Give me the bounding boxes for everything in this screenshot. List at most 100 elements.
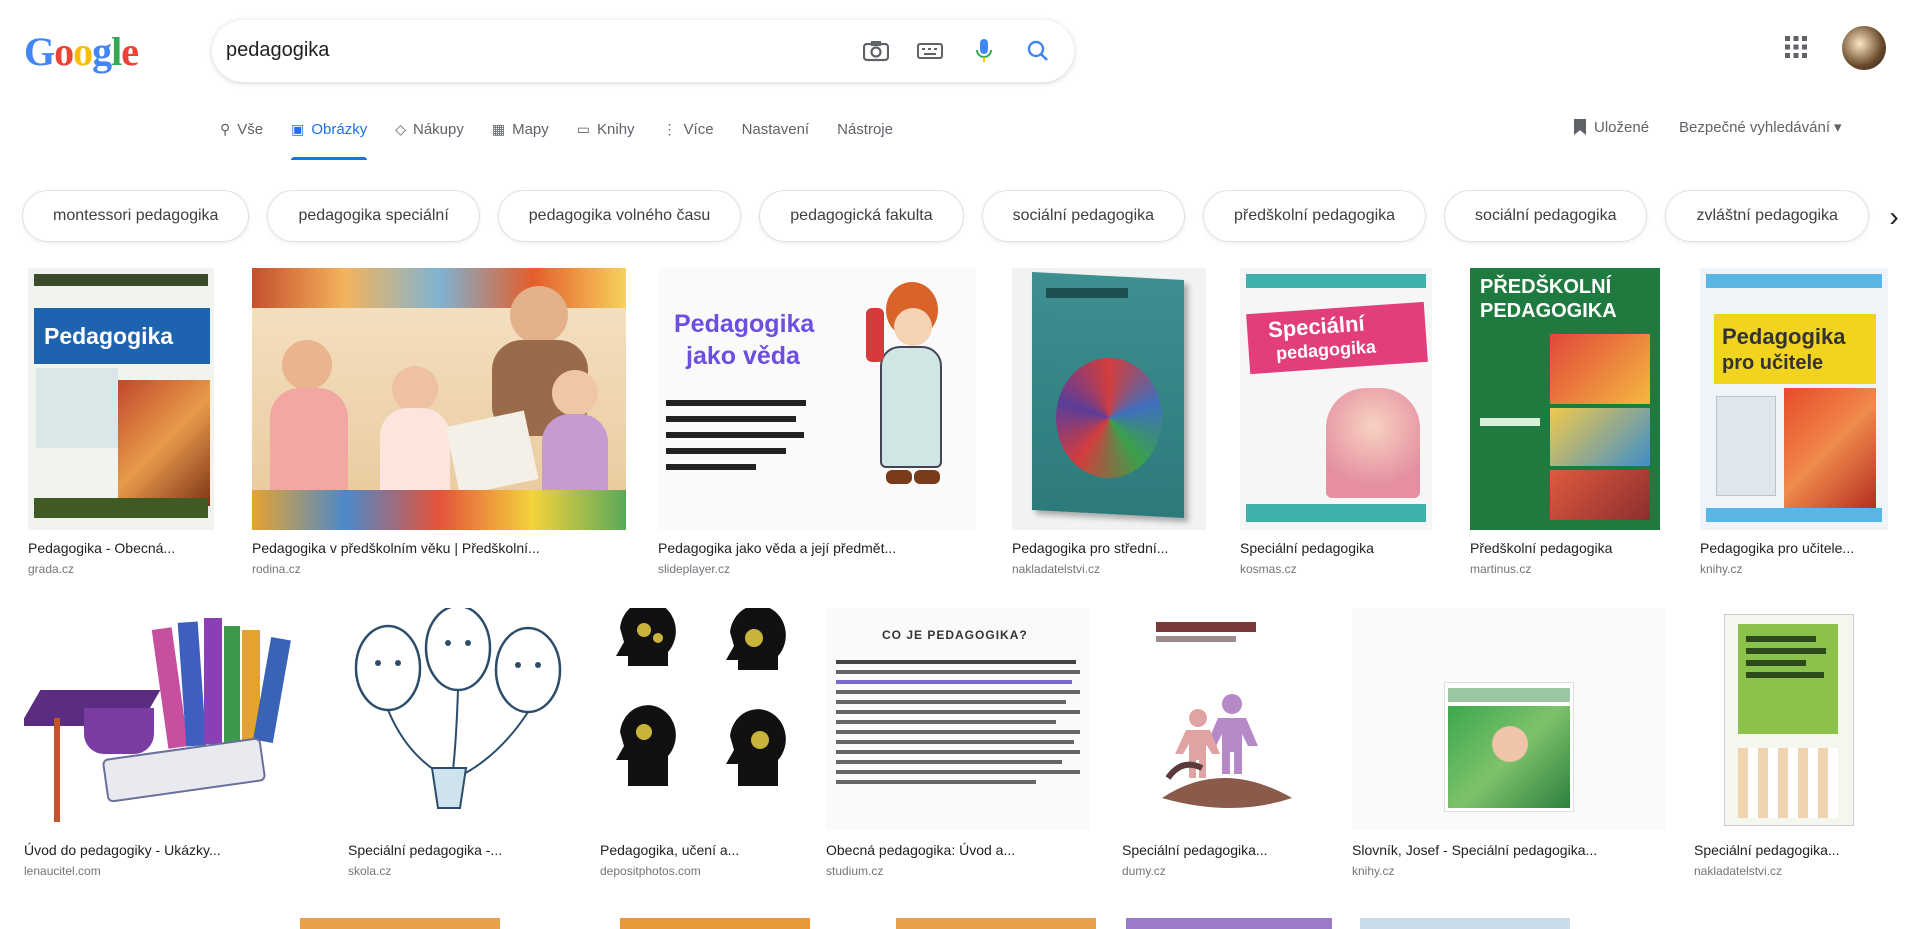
result-source: depositphotos.com — [600, 864, 701, 878]
result-title[interactable]: Předškolní pedagogika — [1470, 540, 1660, 556]
map-icon: ▦ — [491, 120, 506, 137]
more-icon: ⋮ — [662, 120, 677, 137]
result-source: slideplayer.cz — [658, 562, 731, 576]
result-title[interactable]: Pedagogika, učení a... — [600, 842, 795, 858]
book-cover-title: PŘEDŠKOLNÍ — [1480, 276, 1612, 298]
next-row-thumbnail[interactable] — [300, 918, 500, 929]
chip[interactable]: sociální pedagogika — [1444, 190, 1648, 242]
result-thumbnail[interactable] — [1122, 608, 1320, 830]
search-box[interactable]: pedagogika — [212, 20, 1074, 82]
paper-dolls-illustration — [1162, 694, 1292, 808]
result-title[interactable]: Speciální pedagogika — [1240, 540, 1430, 556]
result-thumbnail[interactable]: Pedagogika jako věda — [658, 268, 976, 530]
google-logo[interactable]: Google — [24, 28, 139, 75]
result-thumbnail[interactable] — [24, 608, 322, 830]
chip[interactable]: sociální pedagogika — [981, 190, 1186, 242]
result-title[interactable]: Pedagogika jako věda a její předmět... — [658, 540, 973, 556]
chip[interactable]: pedagogická fakulta — [759, 190, 964, 242]
microphone-icon[interactable] — [968, 35, 1000, 67]
result-thumbnail[interactable]: Speciální pedagogika — [1240, 268, 1432, 530]
tab-images[interactable]: ▣ Obrázky — [291, 108, 368, 160]
result-thumbnail[interactable]: Pedagogika — [28, 268, 214, 530]
image-search-icon[interactable] — [860, 35, 892, 67]
chip[interactable]: pedagogika volného času — [497, 190, 742, 242]
tab-tools[interactable]: Nástroje — [837, 108, 893, 150]
next-row-thumbnail[interactable] — [896, 918, 1096, 929]
account-avatar[interactable] — [1842, 26, 1886, 70]
keyboard-icon[interactable] — [914, 35, 946, 67]
book-cover-title: Pedagogika — [44, 323, 174, 349]
apps-grid-icon[interactable] — [1783, 34, 1809, 60]
result-thumbnail[interactable] — [600, 608, 798, 830]
chip[interactable]: předškolní pedagogika — [1203, 190, 1427, 242]
image-result[interactable]: Pedagogika, učení a... depositphotos.com — [600, 608, 800, 898]
chevron-right-icon[interactable]: › — [1876, 192, 1911, 242]
result-thumbnail[interactable]: PŘEDŠKOLNÍ PEDAGOGIKA — [1470, 268, 1660, 530]
result-thumbnail[interactable] — [1012, 268, 1206, 530]
tab-maps[interactable]: ▦ Mapy — [492, 108, 549, 150]
image-result[interactable]: Pedagogika v předškolním věku | Předškol… — [252, 268, 628, 578]
result-source: knihy.cz — [1700, 562, 1743, 576]
image-result[interactable]: CO JE PEDAGOGIKA? Obecná pedagogika: Úvo… — [826, 608, 1092, 898]
dropdown-arrow-icon: ▾ — [1833, 119, 1842, 136]
image-result[interactable]: Pedagogika pro učitele Pedagogika pro uč… — [1700, 268, 1890, 578]
result-title[interactable]: Pedagogika - Obecná... — [28, 540, 208, 556]
result-title[interactable]: Pedagogika v předškolním věku | Předškol… — [252, 540, 602, 556]
image-result[interactable]: Speciální pedagogika... dumy.cz — [1122, 608, 1322, 898]
document-heading: CO JE PEDAGOGIKA? — [882, 628, 1028, 642]
result-thumbnail[interactable] — [348, 608, 570, 830]
result-thumbnail[interactable] — [1694, 608, 1888, 830]
safe-search-label: Bezpečné vyhledávání — [1679, 118, 1830, 136]
result-title[interactable]: Pedagogika pro střední... — [1012, 540, 1202, 556]
balloon-faces-illustration — [354, 608, 562, 809]
chip[interactable]: montessori pedagogika — [22, 190, 250, 242]
tab-more[interactable]: ⋮ Více — [663, 108, 714, 150]
result-source: kosmas.cz — [1240, 562, 1297, 576]
next-row-thumbnail[interactable] — [1126, 918, 1332, 929]
image-result[interactable]: Úvod do pedagogiky - Ukázky... lenaucite… — [24, 608, 324, 898]
search-icon[interactable] — [1022, 35, 1054, 67]
book-cover-subtitle: PEDAGOGIKA — [1480, 300, 1617, 322]
image-result[interactable]: Speciální pedagogika Speciální pedagogik… — [1240, 268, 1436, 578]
image-result[interactable]: Speciální pedagogika -... skola.cz — [348, 608, 572, 898]
chip[interactable]: zvláštní pedagogika — [1665, 190, 1869, 242]
image-result[interactable]: Pedagogika Pedagogika - Obecná... grada.… — [28, 268, 218, 578]
result-thumbnail[interactable] — [1352, 608, 1666, 830]
tab-all[interactable]: ⚲ Vše — [220, 108, 263, 150]
image-result[interactable]: Speciální pedagogika... nakladatelstvi.c… — [1694, 608, 1890, 898]
image-result[interactable]: Pedagogika pro střední... nakladatelstvi… — [1012, 268, 1208, 578]
tab-label: Mapy — [512, 120, 549, 138]
result-title[interactable]: Úvod do pedagogiky - Ukázky... — [24, 842, 319, 858]
result-source: skola.cz — [348, 864, 392, 878]
result-title[interactable]: Slovník, Josef - Speciální pedagogika... — [1352, 842, 1662, 858]
result-source: grada.cz — [28, 562, 75, 576]
result-title[interactable]: Obecná pedagogika: Úvod a... — [826, 842, 1086, 858]
search-input[interactable]: pedagogika — [226, 39, 329, 62]
image-icon: ▣ — [291, 120, 305, 137]
tab-settings[interactable]: Nastavení — [742, 108, 810, 150]
chip[interactable]: pedagogika speciální — [267, 190, 480, 242]
result-title[interactable]: Speciální pedagogika... — [1694, 842, 1886, 858]
next-row-thumbnail[interactable] — [620, 918, 810, 929]
image-result[interactable]: Pedagogika jako věda Pedagogika jako věd… — [658, 268, 978, 578]
image-result[interactable]: PŘEDŠKOLNÍ PEDAGOGIKA Předškolní pedagog… — [1470, 268, 1666, 578]
saved-button[interactable]: Uložené — [1574, 118, 1649, 136]
tab-books[interactable]: ▭ Knihy — [577, 108, 635, 150]
result-source: dumy.cz — [1122, 864, 1166, 878]
result-title[interactable]: Pedagogika pro učitele... — [1700, 540, 1885, 556]
result-source: rodina.cz — [252, 562, 301, 576]
search-tabs: ⚲ Vše ▣ Obrázky ◇ Nákupy ▦ Mapy ▭ Knihy ⋮ Více… — [220, 108, 893, 160]
tab-label: Obrázky — [311, 120, 368, 138]
result-thumbnail[interactable]: CO JE PEDAGOGIKA? — [826, 608, 1090, 830]
slide-title: Pedagogika — [674, 310, 815, 338]
result-thumbnail[interactable] — [252, 268, 626, 530]
tab-shopping[interactable]: ◇ Nákupy — [395, 108, 464, 150]
result-title[interactable]: Speciální pedagogika... — [1122, 842, 1317, 858]
result-thumbnail[interactable]: Pedagogika pro učitele — [1700, 268, 1888, 530]
safe-search-button[interactable]: Bezpečné vyhledávání ▾ — [1679, 118, 1842, 137]
book-icon: ▭ — [576, 120, 591, 137]
related-searches-chips: montessori pedagogika pedagogika speciál… — [22, 190, 1911, 246]
result-title[interactable]: Speciální pedagogika -... — [348, 842, 568, 858]
next-row-thumbnail[interactable] — [1360, 918, 1570, 929]
image-result[interactable]: Slovník, Josef - Speciální pedagogika...… — [1352, 608, 1668, 898]
